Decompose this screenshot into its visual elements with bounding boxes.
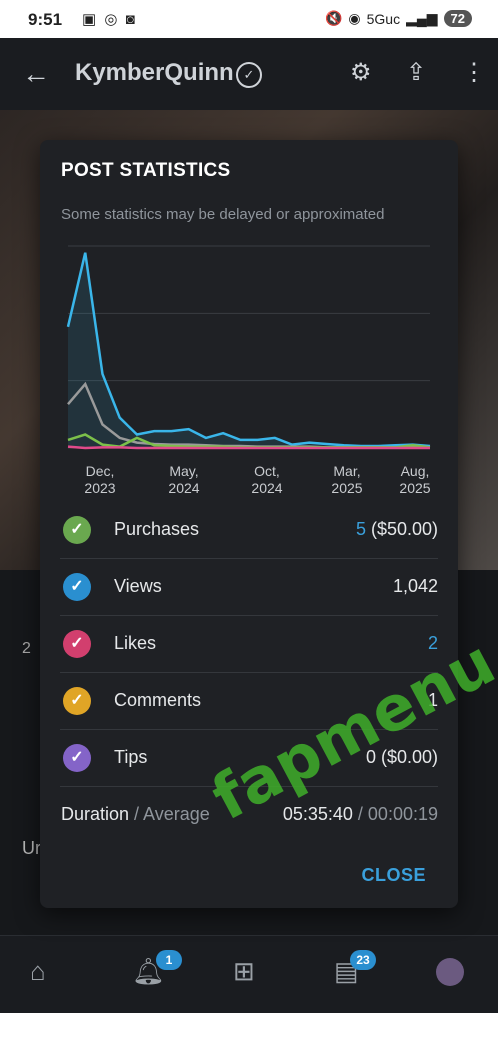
statistics-chart-svg: Dec,2023May,2024Oct,2024Mar,2025Aug,2025 [66, 245, 431, 496]
series-line-likes [67, 445, 430, 450]
dialog-title: POST STATISTICS [61, 160, 231, 181]
x-tick-label: 2024 [168, 480, 199, 496]
check-icon: ✓ [63, 630, 91, 658]
stat-row-purchases: ✓ Purchases 5 ($50.00) [60, 502, 438, 559]
check-icon: ✓ [63, 687, 91, 715]
stat-label: Comments [114, 690, 202, 710]
x-tick-label: Dec, [86, 463, 115, 479]
x-tick-label: May, [169, 463, 198, 479]
stat-label: Likes [114, 633, 157, 653]
messages-badge: 23 [350, 950, 376, 970]
x-tick-label: 2025 [331, 480, 362, 496]
dialog-subtitle: Some statistics may be delayed or approx… [61, 206, 385, 223]
stat-value: 5 ($50.00) [355, 519, 438, 539]
x-tick-label: Aug, [401, 463, 430, 479]
stat-row-views: ✓ Views 1,042 [60, 559, 438, 616]
stat-label: Views [114, 576, 162, 596]
share-icon[interactable]: ⇪ [406, 58, 426, 87]
network-label: 5Guc [366, 10, 401, 27]
system-navigation-bar [0, 1013, 498, 1043]
x-tick-label: Mar, [333, 463, 360, 479]
battery-badge: 72 [443, 10, 472, 27]
location-icon: ◉ [348, 10, 361, 26]
x-tick-label: Oct, [254, 463, 280, 479]
series-line-views [66, 252, 431, 448]
home-icon[interactable]: ⌂ [30, 956, 46, 987]
like-count: 2 [22, 640, 31, 657]
series-line-comments [67, 381, 430, 449]
status-bar: 9:51 ▣ ◎ ◙ 🔇 ◉ 5Guc ▂▄▆ 72 [0, 0, 498, 38]
x-tick-label: 2025 [399, 480, 430, 496]
stat-label: Purchases [114, 519, 200, 539]
add-post-icon[interactable]: ⊞ [233, 956, 255, 987]
notifications-badge: 1 [156, 950, 182, 970]
stat-value: 1,042 [392, 576, 438, 596]
statistics-chart: Dec, 2023 May, 2024 Oct, 2024 Mar, 2025 Aug, 2025 [40, 240, 458, 500]
x-tick-label: 2023 [84, 480, 115, 496]
close-button[interactable]: CLOSE [361, 865, 426, 886]
stat-label: Tips [114, 747, 148, 767]
mute-icon: 🔇 [324, 10, 343, 26]
check-icon: ✓ [63, 573, 91, 601]
check-icon: ✓ [63, 516, 91, 544]
avatar[interactable] [436, 958, 464, 986]
duration-value: 05:35:40 / 00:00:19 [282, 804, 438, 824]
stat-row-likes: ✓ Likes 2 [60, 616, 438, 673]
x-tick-label: 2024 [251, 480, 282, 496]
app-bar: ← KymberQuinn ✓ ⚙ ⇪ ⋮ [0, 38, 498, 110]
notification-icons: ▣ ◎ ◙ [82, 11, 137, 28]
arrow-left-icon[interactable]: ← [22, 58, 50, 90]
post-caption-fragment: Ur [22, 838, 41, 858]
verified-icon: ✓ [236, 62, 262, 88]
status-time: 9:51 [28, 10, 63, 29]
bottom-navigation: ⌂ 🔔︎ 1 ⊞ ▤ 23 [0, 935, 498, 1014]
duration-label: Duration / Average [61, 804, 210, 824]
status-right: 🔇 ◉ 5Guc ▂▄▆ 72 [325, 10, 472, 27]
more-vertical-icon[interactable]: ⋮ [462, 58, 486, 87]
gear-icon[interactable]: ⚙ [350, 58, 372, 87]
check-icon: ✓ [63, 744, 91, 772]
signal-icon: ▂▄▆ [406, 10, 438, 26]
page-title: KymberQuinn [75, 59, 234, 86]
